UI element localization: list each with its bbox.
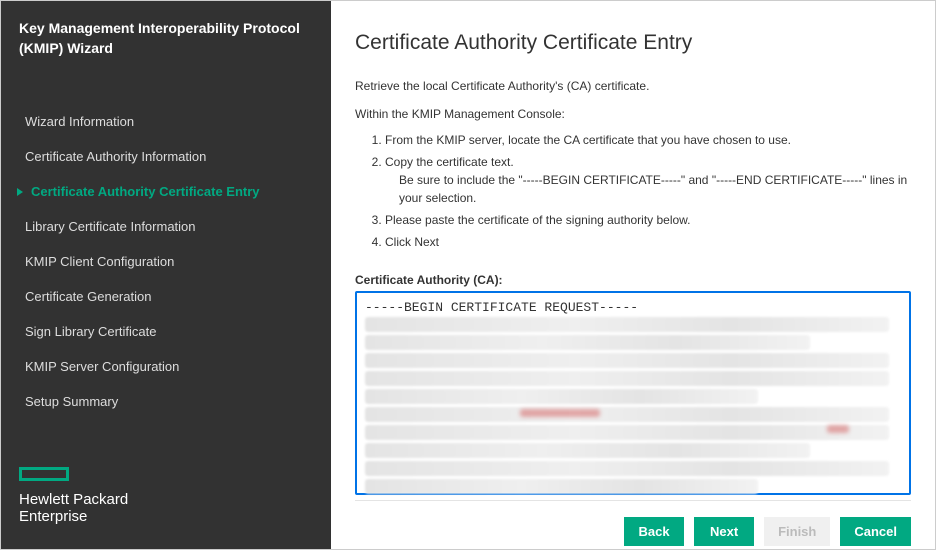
- step-2-text: Copy the certificate text.: [385, 155, 514, 169]
- finish-button: Finish: [764, 517, 830, 546]
- ca-textarea-wrap: [355, 291, 911, 500]
- step-2: Copy the certificate text. Be sure to in…: [385, 153, 911, 207]
- hpe-logo-bar: [19, 467, 69, 481]
- step-3: Please paste the certificate of the sign…: [385, 211, 911, 229]
- wizard-nav: Wizard Information Certificate Authority…: [1, 74, 331, 449]
- subhead-text: Within the KMIP Management Console:: [355, 107, 911, 121]
- nav-label: KMIP Server Configuration: [25, 359, 179, 374]
- steps-list: From the KMIP server, locate the CA cert…: [385, 131, 911, 255]
- step-2-note: Be sure to include the "-----BEGIN CERTI…: [399, 171, 911, 207]
- nav-label: KMIP Client Configuration: [25, 254, 174, 269]
- nav-label: Certificate Authority Information: [25, 149, 206, 164]
- cancel-button[interactable]: Cancel: [840, 517, 911, 546]
- wizard-title: Key Management Interoperability Protocol…: [1, 1, 331, 74]
- nav-ca-information[interactable]: Certificate Authority Information: [1, 139, 331, 174]
- nav-label: Wizard Information: [25, 114, 134, 129]
- nav-ca-certificate-entry[interactable]: Certificate Authority Certificate Entry: [1, 174, 331, 209]
- nav-certificate-generation[interactable]: Certificate Generation: [1, 279, 331, 314]
- intro-text: Retrieve the local Certificate Authority…: [355, 79, 911, 93]
- nav-library-certificate-information[interactable]: Library Certificate Information: [1, 209, 331, 244]
- nav-label: Certificate Generation: [25, 289, 151, 304]
- back-button[interactable]: Back: [624, 517, 684, 546]
- nav-wizard-information[interactable]: Wizard Information: [1, 104, 331, 139]
- page-title: Certificate Authority Certificate Entry: [355, 31, 911, 55]
- branding: Hewlett Packard Enterprise: [1, 449, 331, 549]
- ca-field-label: Certificate Authority (CA):: [355, 273, 911, 287]
- brand-line1: Hewlett Packard: [19, 491, 313, 508]
- wizard-footer: Back Next Finish Cancel: [355, 500, 911, 550]
- nav-label: Sign Library Certificate: [25, 324, 157, 339]
- nav-kmip-client-configuration[interactable]: KMIP Client Configuration: [1, 244, 331, 279]
- nav-sign-library-certificate[interactable]: Sign Library Certificate: [1, 314, 331, 349]
- next-button[interactable]: Next: [694, 517, 754, 546]
- nav-label: Certificate Authority Certificate Entry: [31, 184, 260, 199]
- nav-label: Setup Summary: [25, 394, 118, 409]
- step-4: Click Next: [385, 233, 911, 251]
- brand-line2: Enterprise: [19, 508, 313, 525]
- sidebar: Key Management Interoperability Protocol…: [1, 1, 331, 549]
- ca-certificate-textarea[interactable]: [355, 291, 911, 495]
- step-1: From the KMIP server, locate the CA cert…: [385, 131, 911, 149]
- main-panel: Certificate Authority Certificate Entry …: [331, 1, 935, 549]
- nav-label: Library Certificate Information: [25, 219, 196, 234]
- nav-kmip-server-configuration[interactable]: KMIP Server Configuration: [1, 349, 331, 384]
- nav-setup-summary[interactable]: Setup Summary: [1, 384, 331, 419]
- app-window: Key Management Interoperability Protocol…: [0, 0, 936, 550]
